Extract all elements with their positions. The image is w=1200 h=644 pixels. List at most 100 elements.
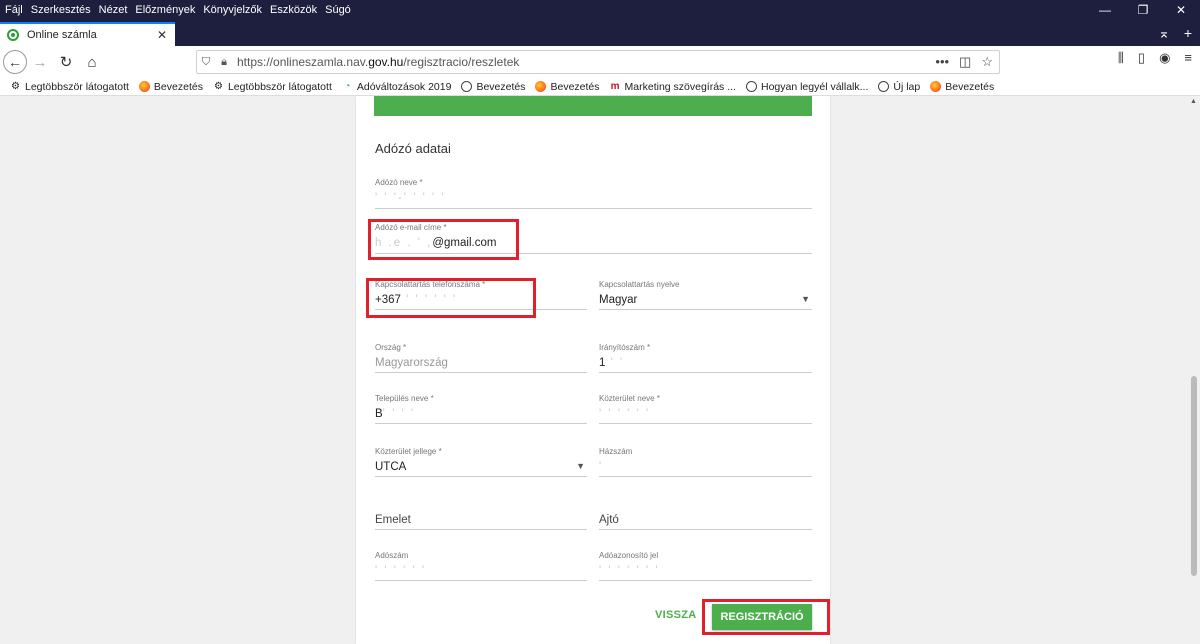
selected-value: UTCA xyxy=(375,461,407,473)
bookmark-item[interactable]: Bevezetés xyxy=(138,81,203,93)
page-actions-icon[interactable]: ••• xyxy=(935,54,949,70)
page-scrollbar[interactable]: ▲ xyxy=(1188,96,1200,644)
field-label: Ország * xyxy=(375,343,407,352)
reload-button[interactable]: ↻ xyxy=(53,49,79,75)
minimize-button[interactable]: — xyxy=(1086,0,1124,20)
bookmark-item[interactable]: ⚙ Legtöbbször látogatott xyxy=(213,81,332,93)
tab-overflow-icon[interactable]: ⌅ xyxy=(1152,25,1176,42)
url-text[interactable]: https://onlineszamla.nav.gov.hu/regisztr… xyxy=(237,55,519,69)
menu-file[interactable]: Fájl xyxy=(5,4,23,16)
redacted-value: ' xyxy=(599,461,604,473)
email-highlight-box xyxy=(368,219,519,260)
menu-history[interactable]: Előzmények xyxy=(135,4,195,16)
globe-icon xyxy=(878,81,890,92)
pocket-icon[interactable]: ◫ xyxy=(959,54,971,70)
field-label: Adószám xyxy=(375,551,409,560)
field-label: Adóazonosító jel xyxy=(599,551,659,560)
contact-language-select[interactable]: Kapcsolattartás nyelve Magyar ▼ xyxy=(599,280,812,310)
scroll-up-icon[interactable]: ▲ xyxy=(1190,98,1197,105)
tab-title: Online számla xyxy=(27,29,97,41)
tab-close-icon[interactable]: ✕ xyxy=(157,28,167,42)
close-window-button[interactable]: ✕ xyxy=(1162,0,1200,20)
redacted-value: ' ' ' ' ' ' xyxy=(375,565,427,577)
field-label: Házszám xyxy=(599,447,633,456)
house-number-field[interactable]: Házszám ' xyxy=(599,447,812,477)
lock-icon[interactable]: 🔒︎ xyxy=(215,56,233,69)
star-icon[interactable]: ☆ xyxy=(981,54,993,70)
phone-highlight-box xyxy=(366,278,536,318)
tab-online-szamla[interactable]: Online számla ✕ xyxy=(0,22,175,46)
forward-button[interactable]: → xyxy=(27,49,53,75)
arrow-left-icon: ← xyxy=(8,54,22,70)
new-tab-button[interactable]: + xyxy=(1176,25,1200,41)
section-title: Adózó adatai xyxy=(375,141,451,156)
bookmark-item[interactable]: Hogyan legyél vállalk... xyxy=(745,81,868,93)
sidebar-icon[interactable]: ▯ xyxy=(1138,50,1145,66)
caret-down-icon: ▼ xyxy=(801,294,810,304)
bookmark-item[interactable]: ⚙ Legtöbbször látogatott xyxy=(10,81,129,93)
m-icon: m xyxy=(610,81,620,92)
tax-number-field[interactable]: Adószám ' ' ' ' ' ' xyxy=(375,551,587,581)
street-name-field[interactable]: Közterület neve * ' ' ' ' ' ' xyxy=(599,394,812,424)
globe-icon xyxy=(461,81,473,92)
success-banner xyxy=(374,96,812,116)
menu-bookmarks[interactable]: Könyvjelzők xyxy=(203,4,262,16)
door-placeholder: Ajtó xyxy=(599,514,619,526)
bookmark-item[interactable]: Bevezetés xyxy=(461,81,525,93)
tax-id-field[interactable]: Adóazonosító jel ' ' ' ' ' ' ' xyxy=(599,551,812,581)
shield-icon[interactable]: ⛉ xyxy=(197,56,215,69)
bookmark-item[interactable]: Bevezetés xyxy=(930,81,994,93)
library-icon[interactable]: ⫼ xyxy=(1118,50,1124,66)
floor-placeholder: Emelet xyxy=(375,514,411,526)
url-actions: ••• ◫ ☆ xyxy=(935,54,993,70)
site-favicon-icon xyxy=(7,29,19,41)
page-viewport: Adózó adatai Adózó neve * ' ' '-' ' ' ' … xyxy=(0,96,1200,644)
account-icon[interactable]: ◉ xyxy=(1159,50,1170,66)
menu-view[interactable]: Nézet xyxy=(99,4,128,16)
floor-input[interactable]: Emelet xyxy=(375,500,587,530)
redacted-value: ' ' xyxy=(605,357,625,369)
toolbar-right: ⫼ ▯ ◉ ≡ xyxy=(1118,50,1192,66)
hamburger-menu-icon[interactable]: ≡ xyxy=(1184,50,1192,66)
door-input[interactable]: Ajtó xyxy=(599,500,812,530)
home-button[interactable]: ⌂ xyxy=(79,49,105,75)
bookmark-item[interactable]: m Marketing szövegírás ... xyxy=(610,81,736,93)
tab-strip: Online számla ✕ ⌅ + xyxy=(0,20,1200,46)
firefox-icon xyxy=(930,81,942,92)
back-button[interactable]: ← xyxy=(3,50,27,74)
street-type-select[interactable]: Közterület jellege * UTCA ▼ xyxy=(375,447,587,477)
arrow-right-icon: → xyxy=(32,53,48,71)
scroll-thumb[interactable] xyxy=(1191,376,1197,576)
register-highlight-box xyxy=(702,599,830,635)
bookmark-item[interactable]: ◔ Adóváltozások 2019 xyxy=(342,81,451,93)
field-label: Település neve * xyxy=(375,394,434,403)
redacted-value: ' ' ' ' ' ' xyxy=(599,408,651,420)
zip-field[interactable]: Irányítószám * 1 ' ' xyxy=(599,343,812,373)
caret-down-icon: ▼ xyxy=(576,461,585,471)
redacted-value: ' ' '-' ' ' ' ' xyxy=(375,192,446,204)
selected-value: Magyar xyxy=(599,294,638,306)
redacted-value: ' ' ' ' ' ' ' xyxy=(599,565,660,577)
gear-icon: ⚙ xyxy=(213,81,223,92)
gear-icon: ⚙ xyxy=(11,81,20,92)
chart-icon: ◔ xyxy=(344,81,351,92)
city-field[interactable]: Település neve * B' ' ' ' xyxy=(375,394,587,424)
tab-tools: ⌅ + xyxy=(1152,20,1200,46)
bookmark-item[interactable]: Új lap xyxy=(878,81,920,93)
home-icon: ⌂ xyxy=(87,53,97,71)
bookmarks-toolbar: ⚙ Legtöbbször látogatott Bevezetés ⚙ Legtö… xyxy=(0,78,1200,96)
menu-tools[interactable]: Eszközök xyxy=(270,4,317,16)
bookmark-item[interactable]: Bevezetés xyxy=(535,81,600,93)
menu-edit[interactable]: Szerkesztés xyxy=(31,4,91,16)
restore-button[interactable]: ❐ xyxy=(1124,0,1162,20)
back-link-button[interactable]: VISSZA xyxy=(655,609,697,621)
menu-help[interactable]: Súgó xyxy=(325,4,351,16)
firefox-icon xyxy=(138,81,150,92)
country-value: Magyarország xyxy=(375,357,448,369)
redacted-value: ' ' ' ' xyxy=(382,408,416,420)
field-label: Közterület jellege * xyxy=(375,447,442,456)
field-label: Közterület neve * xyxy=(599,394,660,403)
url-bar[interactable]: ⛉ 🔒︎ https://onlineszamla.nav.gov.hu/reg… xyxy=(196,50,1000,74)
field-label: Kapcsolattartás nyelve xyxy=(599,280,680,289)
taxpayer-name-field[interactable]: Adózó neve * ' ' '-' ' ' ' ' xyxy=(375,178,812,209)
